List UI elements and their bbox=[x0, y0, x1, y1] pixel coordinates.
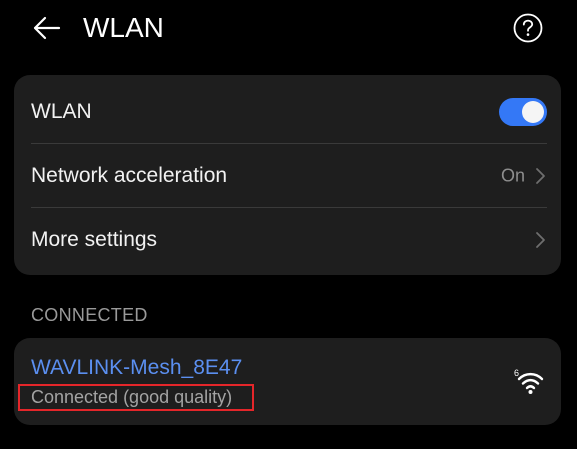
app-header: WLAN bbox=[0, 0, 577, 56]
settings-card: WLAN Network acceleration On More settin… bbox=[14, 75, 561, 275]
network-acceleration-row[interactable]: Network acceleration On bbox=[14, 144, 561, 208]
chevron-right-icon bbox=[536, 232, 545, 248]
help-circle-icon bbox=[513, 13, 543, 43]
connected-network-card[interactable]: WAVLINK-Mesh_8E47 Connected (good qualit… bbox=[14, 338, 561, 425]
back-button[interactable] bbox=[26, 10, 66, 46]
wifi-band-badge: 6 bbox=[514, 368, 519, 378]
wlan-toggle[interactable] bbox=[499, 98, 547, 126]
wlan-label: WLAN bbox=[31, 100, 92, 123]
chevron-right-icon bbox=[536, 168, 545, 184]
more-settings-label: More settings bbox=[31, 228, 158, 251]
network-status: Connected (good quality) bbox=[31, 387, 233, 407]
network-name: WAVLINK-Mesh_8E47 bbox=[31, 356, 243, 379]
wlan-row[interactable]: WLAN bbox=[14, 80, 561, 144]
network-acceleration-value: On bbox=[500, 165, 525, 186]
wifi-6-icon: 6 bbox=[514, 368, 544, 394]
page-title: WLAN bbox=[83, 12, 164, 43]
connected-section-label: CONNECTED bbox=[31, 305, 148, 325]
more-settings-row[interactable]: More settings bbox=[14, 208, 561, 272]
toggle-knob bbox=[522, 101, 544, 123]
help-button[interactable] bbox=[512, 12, 544, 44]
network-acceleration-label: Network acceleration bbox=[31, 164, 228, 187]
arrow-left-icon bbox=[33, 16, 61, 40]
